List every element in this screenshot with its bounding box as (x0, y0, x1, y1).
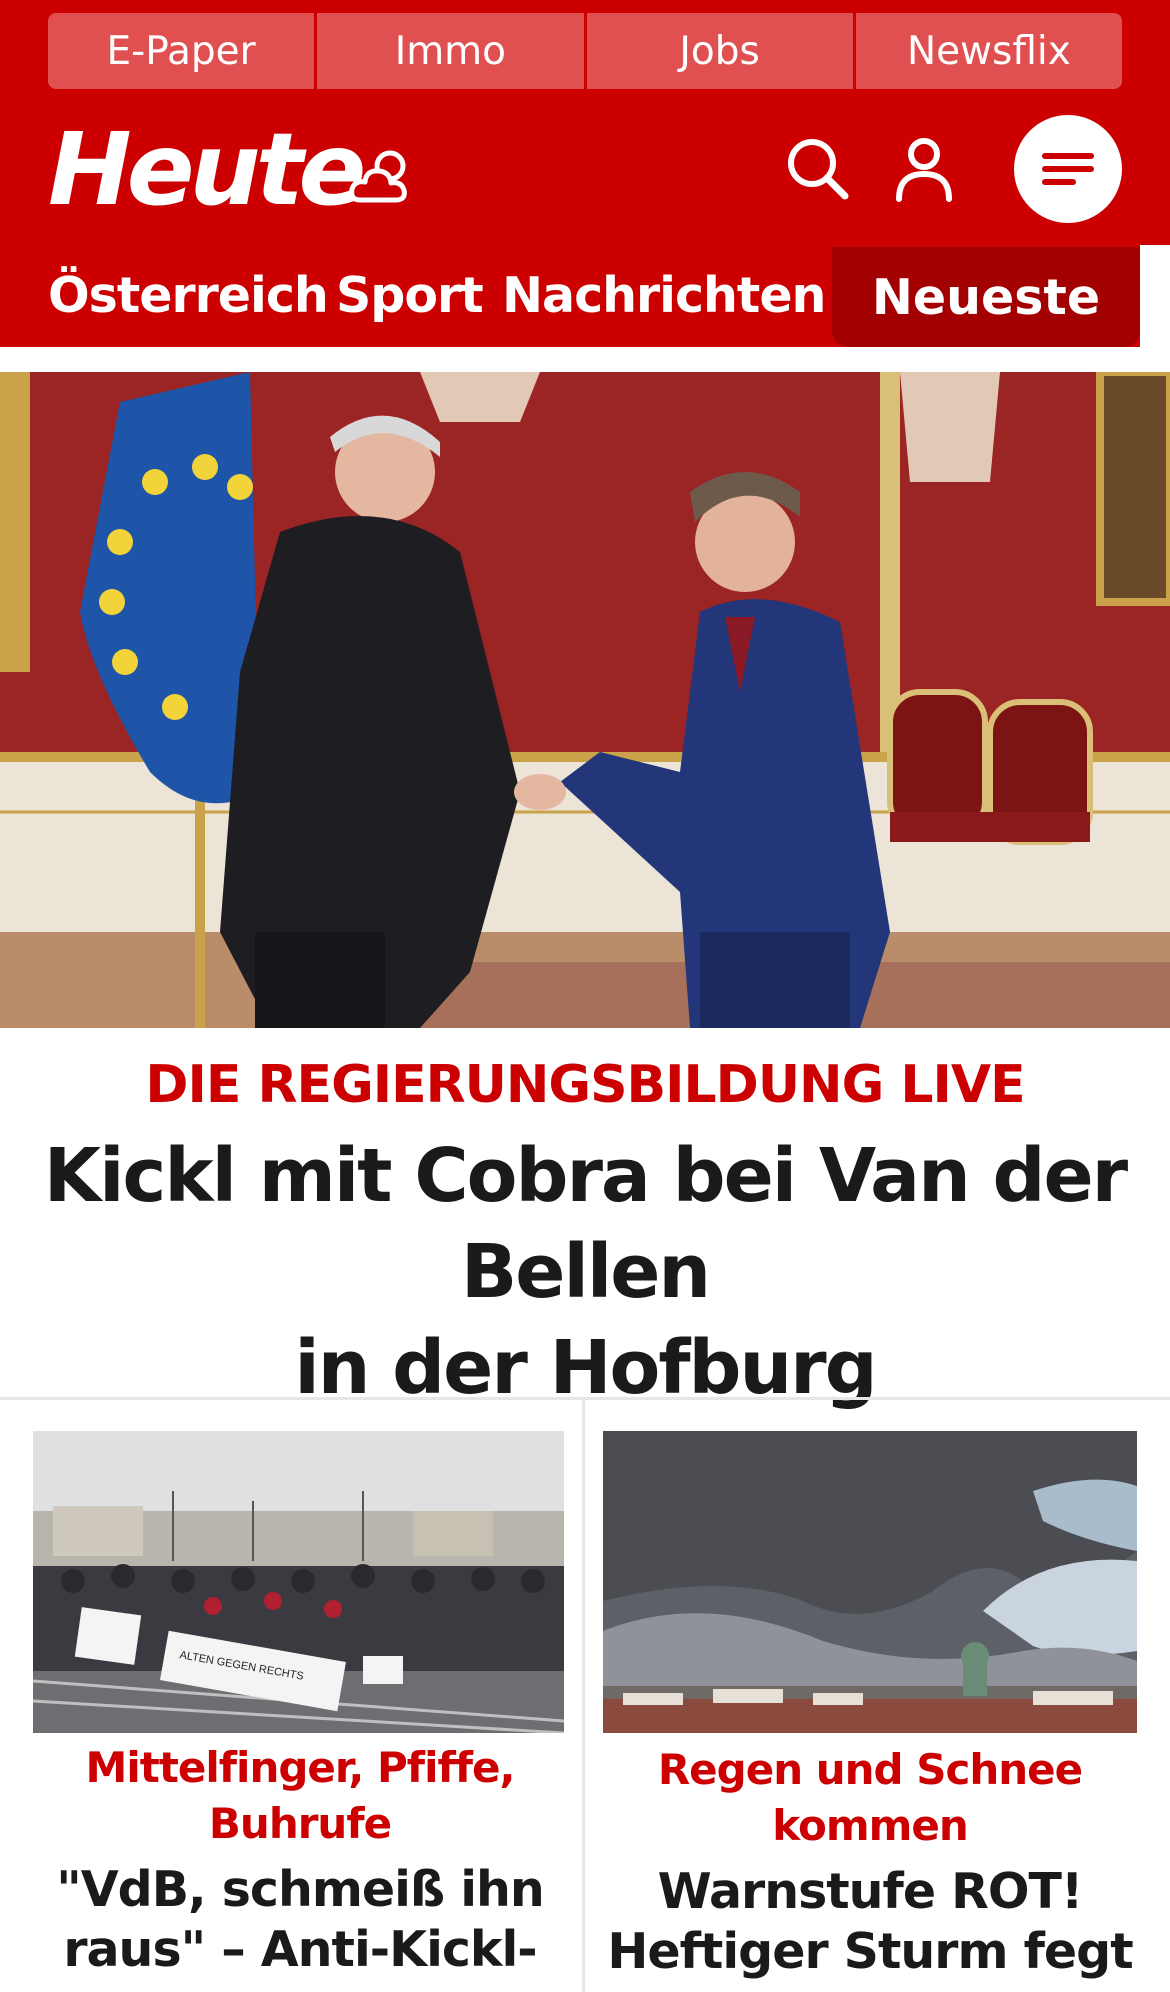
category-sport[interactable]: Sport (336, 267, 484, 324)
teaser-kicker-protest[interactable]: Mittelfinger, Pfiffe, Buhrufe (40, 1740, 560, 1852)
sub-navigation: E-Paper Immo Jobs Newsflix (48, 13, 1122, 89)
hero-headline-line-2: in der Hofburg (294, 1325, 877, 1411)
subnav-epaper[interactable]: E-Paper (48, 13, 315, 89)
category-neueste[interactable]: Neueste (832, 247, 1140, 347)
teaser-image-storm[interactable] (603, 1431, 1137, 1733)
subnav-jobs[interactable]: Jobs (586, 13, 853, 89)
hero-kicker[interactable]: DIE REGIERUNGSBILDUNG LIVE (0, 1055, 1170, 1115)
category-oesterreich[interactable]: Österreich (48, 267, 329, 324)
site-header: E-Paper Immo Jobs Newsflix Heute (0, 0, 1170, 245)
search-icon[interactable] (785, 136, 851, 202)
section-divider (0, 1397, 1170, 1400)
teaser-title-line-2: Heftiger Sturm fegt (607, 1923, 1133, 1980)
hero-headline-line-1: Kickl mit Cobra bei Van der Bellen (43, 1133, 1128, 1315)
teaser-image-protest[interactable]: ALTEN GEGEN RECHTS (33, 1431, 564, 1733)
teaser-kicker-line-2: kommen (772, 1801, 969, 1850)
subnav-newsflix[interactable]: Newsflix (855, 13, 1122, 89)
subnav-immo[interactable]: Immo (317, 13, 584, 89)
teaser-title-storm[interactable]: Warnstufe ROT! Heftiger Sturm fegt (605, 1862, 1135, 1982)
teaser-kicker-storm[interactable]: Regen und Schnee kommen (605, 1742, 1135, 1854)
teaser-title-line-1: "VdB, schmeiß ihn (56, 1861, 545, 1918)
teaser-kicker-line-1: Mittelfinger, Pfiffe, (85, 1743, 516, 1792)
teaser-title-line-2: raus" – Anti-Kickl- (63, 1921, 537, 1978)
column-divider (582, 1400, 585, 1992)
teaser-kicker-line-1: Regen und Schnee (657, 1745, 1083, 1794)
category-nachrichten[interactable]: Nachrichten (502, 267, 826, 324)
teaser-title-line-1: Warnstufe ROT! (657, 1863, 1084, 1920)
weather-cloud-icon[interactable] (346, 140, 422, 216)
user-icon[interactable] (893, 136, 955, 202)
menu-icon (1042, 153, 1094, 185)
menu-button[interactable] (1014, 115, 1122, 223)
teaser-kicker-line-2: Buhrufe (208, 1799, 392, 1848)
hero-image[interactable] (0, 372, 1170, 1028)
site-logo[interactable]: Heute (48, 120, 366, 220)
hero-headline[interactable]: Kickl mit Cobra bei Van der Bellen in de… (0, 1128, 1170, 1416)
teaser-title-protest[interactable]: "VdB, schmeiß ihn raus" – Anti-Kickl- (40, 1860, 560, 1980)
